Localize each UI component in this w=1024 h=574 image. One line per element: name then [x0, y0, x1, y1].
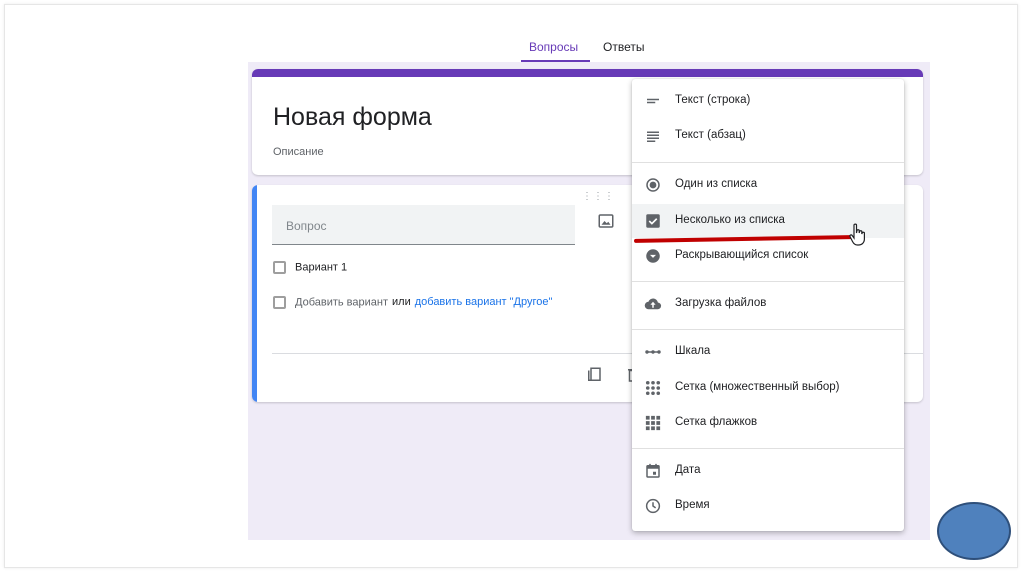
- header-accent-bar: [252, 69, 923, 77]
- menu-item-label: Время: [675, 499, 710, 511]
- menu-divider: [632, 281, 904, 282]
- tab-questions[interactable]: Вопросы: [529, 40, 578, 60]
- form-title[interactable]: Новая форма: [273, 103, 432, 132]
- menu-item-file-upload[interactable]: Загрузка файлов: [632, 287, 904, 321]
- menu-item-checkbox-grid[interactable]: Сетка флажков: [632, 406, 904, 440]
- menu-item-linear-scale[interactable]: Шкала: [632, 335, 904, 369]
- menu-item-short-text[interactable]: Текст (строка): [632, 84, 904, 118]
- question-type-menu: Текст (строка) Текст (абзац) Один из спи…: [632, 79, 904, 531]
- option-label[interactable]: Вариант 1: [295, 261, 347, 273]
- menu-item-date[interactable]: Дата: [632, 454, 904, 488]
- calendar-icon: [646, 463, 660, 478]
- hand-cursor-icon: [849, 223, 865, 246]
- menu-item-paragraph[interactable]: Текст (абзац): [632, 119, 904, 153]
- menu-divider: [632, 448, 904, 449]
- or-text: или: [392, 296, 411, 309]
- menu-item-label: Дата: [675, 464, 701, 476]
- menu-divider: [632, 329, 904, 330]
- grid-squares-icon: [645, 415, 661, 431]
- menu-divider: [632, 162, 904, 163]
- dropdown-icon: [646, 249, 660, 263]
- copy-icon[interactable]: [585, 366, 603, 384]
- menu-item-radio[interactable]: Один из списка: [632, 168, 904, 202]
- form-description[interactable]: Описание: [273, 146, 324, 158]
- menu-item-label: Загрузка файлов: [675, 297, 767, 309]
- menu-item-label: Несколько из списка: [675, 214, 785, 226]
- question-input[interactable]: Вопрос: [272, 205, 575, 245]
- add-option-link[interactable]: Добавить вариант: [295, 296, 388, 308]
- menu-item-label: Текст (абзац): [675, 129, 746, 141]
- option-checkbox[interactable]: [273, 261, 286, 274]
- menu-item-label: Шкала: [675, 345, 711, 357]
- paragraph-icon: [647, 131, 659, 142]
- add-option-checkbox: [273, 296, 286, 309]
- active-question-bar: [252, 185, 257, 402]
- linear-scale-icon: [645, 350, 661, 354]
- short-text-icon: [647, 98, 659, 104]
- menu-item-label: Сетка флажков: [675, 416, 758, 428]
- menu-item-label: Текст (строка): [675, 94, 751, 106]
- image-icon[interactable]: [597, 212, 615, 230]
- add-option-row: Добавить вариант или добавить вариант "Дру…: [273, 296, 552, 309]
- menu-item-time[interactable]: Время: [632, 489, 904, 523]
- add-other-link[interactable]: добавить вариант "Другое": [415, 296, 553, 308]
- drag-handle-icon[interactable]: ⋮⋮⋮: [582, 191, 615, 202]
- radio-button-icon: [646, 178, 660, 192]
- checkbox-icon: [646, 214, 660, 228]
- menu-item-label: Один из списка: [675, 178, 758, 190]
- menu-item-multiple-choice-grid[interactable]: Сетка (множественный выбор): [632, 371, 904, 405]
- cloud-upload-icon: [644, 298, 662, 310]
- grid-dots-icon: [645, 380, 661, 396]
- menu-item-label: Сетка (множественный выбор): [675, 381, 840, 393]
- blue-circle-shape: [937, 502, 1011, 560]
- tab-answers[interactable]: Ответы: [603, 40, 644, 60]
- clock-icon: [645, 498, 661, 514]
- menu-item-label: Раскрывающийся список: [675, 249, 809, 261]
- option-row: Вариант 1: [273, 261, 347, 274]
